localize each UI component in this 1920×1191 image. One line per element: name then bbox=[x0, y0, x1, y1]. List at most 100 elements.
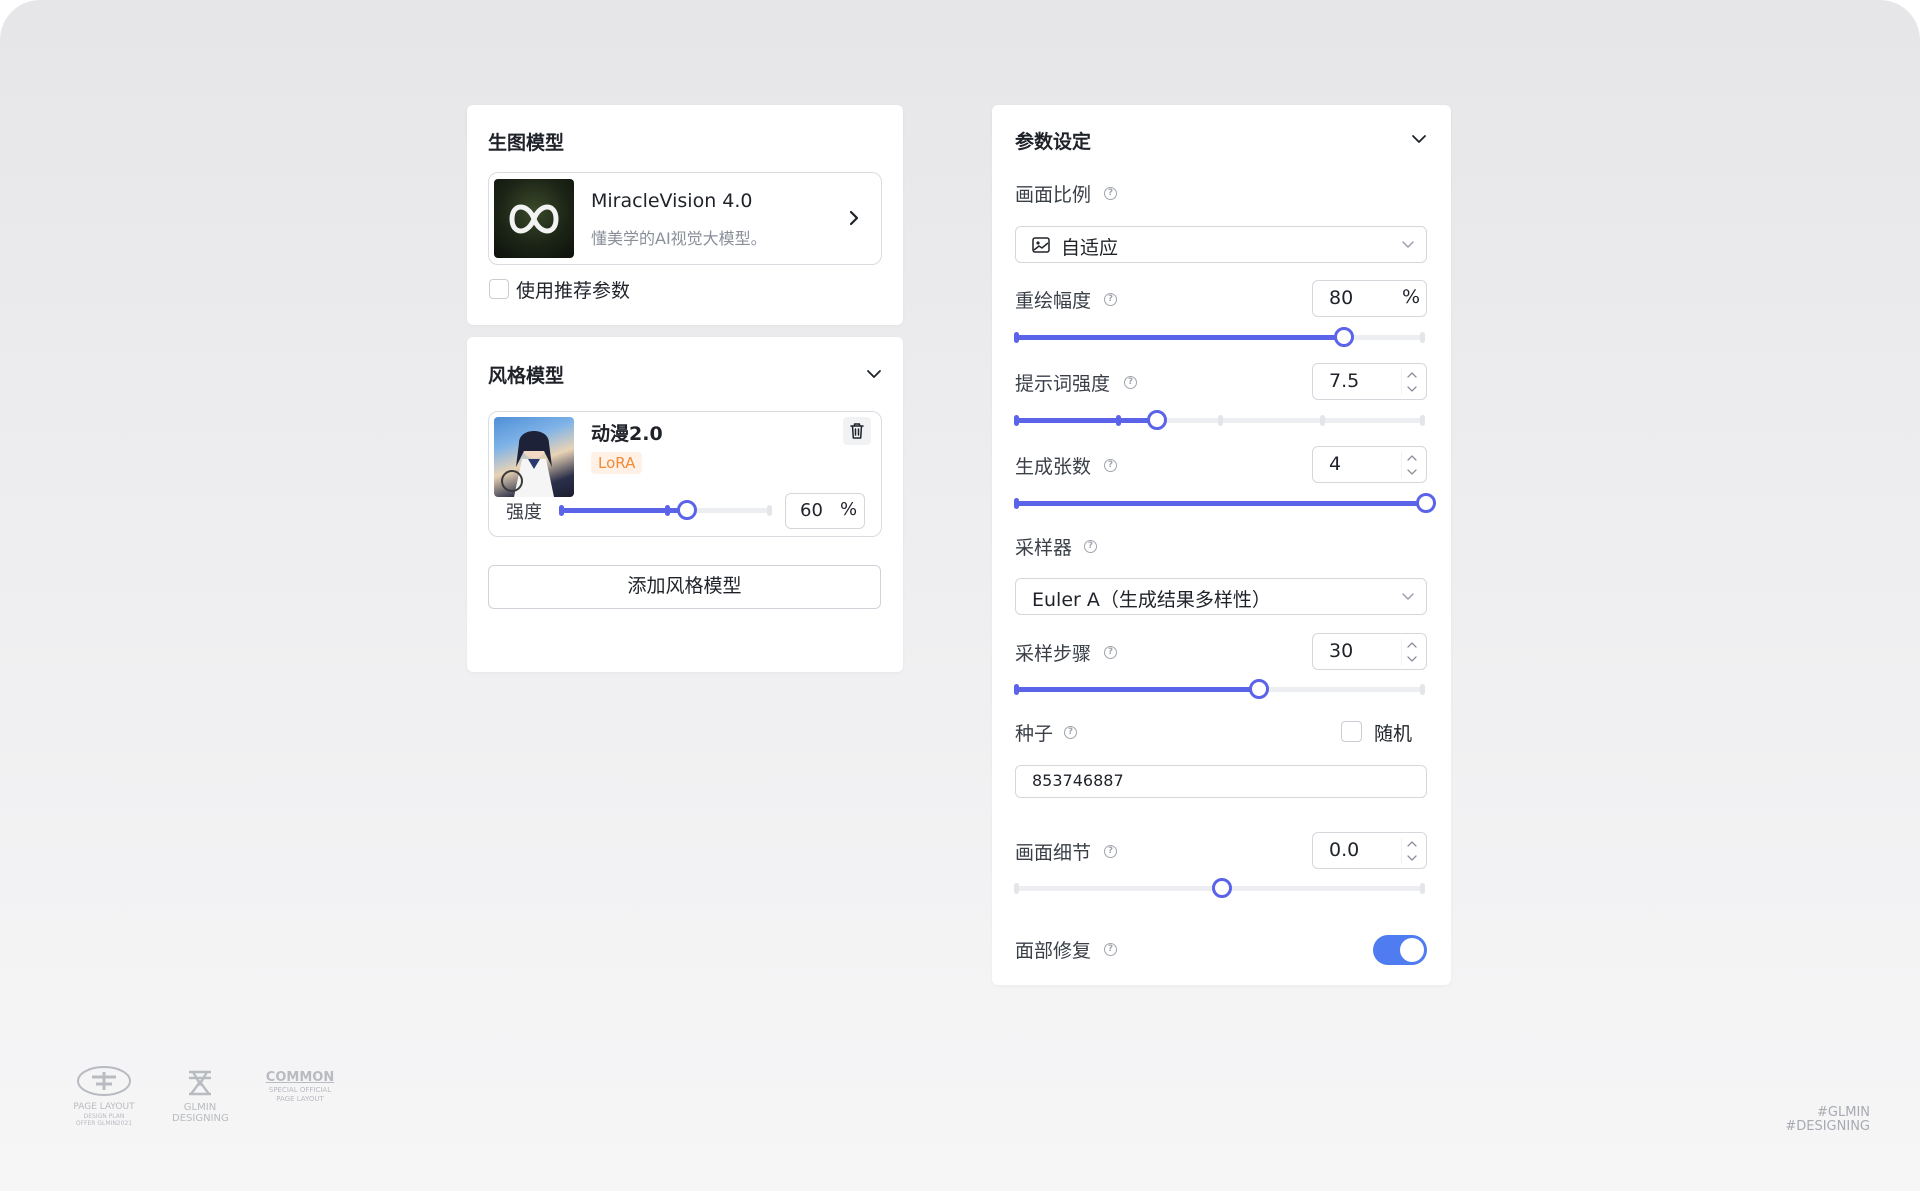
params-card: 参数设定 画面比例 ? 自适应 重绘幅度 ? 80 % 提示词强度 ? 7.5 bbox=[992, 105, 1451, 985]
steps-tick-start bbox=[1014, 684, 1019, 695]
chevron-down-icon[interactable] bbox=[864, 364, 884, 384]
gen-model-title: 生图模型 bbox=[488, 132, 565, 154]
detail-tick-start bbox=[1014, 883, 1019, 894]
stepper-arrows-icon[interactable] bbox=[1401, 834, 1423, 868]
help-icon[interactable]: ? bbox=[1104, 845, 1117, 858]
style-model-title: 风格模型 bbox=[488, 365, 565, 387]
lora-badge: LoRA bbox=[591, 452, 643, 474]
footer-logo-2-line-1: DESIGNING bbox=[172, 1113, 229, 1124]
redraw-slider[interactable] bbox=[1014, 327, 1425, 347]
random-seed-label: 随机 bbox=[1374, 723, 1413, 745]
aspect-select[interactable]: 自适应 bbox=[1015, 226, 1427, 263]
detail-label: 画面细节 bbox=[1015, 842, 1092, 864]
stepper-arrows-icon[interactable] bbox=[1401, 365, 1423, 399]
seed-value: 853746887 bbox=[1032, 771, 1124, 790]
glmin-logo-icon bbox=[189, 1070, 211, 1096]
redraw-tick-end bbox=[1420, 332, 1425, 343]
model-thumbnail bbox=[494, 179, 574, 258]
detail-knob[interactable] bbox=[1212, 878, 1232, 898]
seed-input[interactable]: 853746887 bbox=[1015, 765, 1427, 798]
miraclevision-logo-icon bbox=[509, 204, 559, 234]
params-title: 参数设定 bbox=[1015, 131, 1092, 153]
redraw-label: 重绘幅度 bbox=[1015, 290, 1092, 312]
anime-girl-image bbox=[501, 431, 554, 497]
prompt-strength-knob[interactable] bbox=[1147, 410, 1167, 430]
trash-icon bbox=[850, 423, 864, 439]
help-icon[interactable]: ? bbox=[1104, 187, 1117, 200]
prompt-strength-fill bbox=[1016, 418, 1155, 423]
strength-value: 60 bbox=[800, 500, 823, 521]
steps-value: 30 bbox=[1329, 640, 1354, 662]
help-icon[interactable]: ? bbox=[1104, 646, 1117, 659]
oval-logo-icon bbox=[77, 1066, 131, 1096]
steps-input[interactable]: 30 bbox=[1312, 633, 1427, 670]
prompt-strength-tick-2 bbox=[1218, 415, 1223, 426]
strength-slider-knob[interactable] bbox=[677, 500, 697, 520]
strength-slider[interactable] bbox=[559, 498, 772, 522]
count-value: 4 bbox=[1329, 453, 1342, 475]
footer-logo-1-line-2: OFFER GLMIN2021 bbox=[75, 1120, 133, 1127]
redraw-input[interactable]: 80 % bbox=[1312, 280, 1427, 317]
footer-logo-1-line-0: PAGE LAYOUT bbox=[73, 1102, 135, 1112]
prompt-strength-value: 7.5 bbox=[1329, 370, 1360, 392]
steps-tick-end bbox=[1420, 684, 1425, 695]
footer-logo-3: COMMON SPECIAL OFFICIAL PAGE LAYOUT bbox=[262, 1070, 338, 1104]
random-seed-checkbox[interactable] bbox=[1341, 721, 1362, 742]
corner-tag-line-1: #DESIGNING bbox=[1785, 1119, 1870, 1134]
detail-tick-end bbox=[1420, 883, 1425, 894]
help-icon[interactable]: ? bbox=[1104, 293, 1117, 306]
help-icon[interactable]: ? bbox=[1104, 943, 1117, 956]
sampler-value: Euler A（生成结果多样性） bbox=[1032, 589, 1271, 611]
delete-button[interactable] bbox=[843, 417, 871, 445]
stepper-arrows-icon[interactable] bbox=[1401, 635, 1423, 669]
count-slider[interactable] bbox=[1014, 493, 1436, 513]
corner-tag-line-0: #GLMIN bbox=[1817, 1105, 1870, 1120]
model-name: MiracleVision 4.0 bbox=[591, 190, 753, 212]
redraw-unit: % bbox=[1402, 286, 1421, 308]
chevron-down-icon[interactable] bbox=[1409, 129, 1429, 149]
detail-slider[interactable] bbox=[1014, 878, 1425, 898]
face-fix-toggle[interactable] bbox=[1373, 935, 1427, 965]
image-icon bbox=[1032, 237, 1050, 253]
add-style-model-button[interactable]: 添加风格模型 bbox=[488, 565, 881, 609]
prompt-strength-tick-4 bbox=[1420, 415, 1425, 426]
sampler-select[interactable]: Euler A（生成结果多样性） bbox=[1015, 578, 1427, 615]
chevron-down-icon bbox=[1402, 241, 1414, 249]
prompt-strength-label: 提示词强度 bbox=[1015, 373, 1111, 395]
seed-label: 种子 bbox=[1015, 723, 1054, 745]
count-knob[interactable] bbox=[1416, 493, 1436, 513]
app-canvas: 生图模型 MiracleVision 4.0 懂美学的AI视觉大模型。 使用推荐… bbox=[0, 0, 1920, 1191]
strength-tick-mid bbox=[665, 505, 670, 516]
strength-tick-end bbox=[767, 505, 772, 516]
aspect-value: 自适应 bbox=[1061, 237, 1119, 259]
prompt-strength-input[interactable]: 7.5 bbox=[1312, 363, 1427, 400]
face-fix-label: 面部修复 bbox=[1015, 940, 1092, 962]
redraw-tick-start bbox=[1014, 332, 1019, 343]
count-tick-start bbox=[1014, 498, 1019, 509]
chevron-right-icon[interactable] bbox=[844, 208, 864, 228]
toggle-knob bbox=[1400, 938, 1424, 962]
style-model-item: 动漫2.0 LoRA 强度 60 % bbox=[488, 411, 882, 537]
strength-tick-start bbox=[559, 505, 564, 516]
steps-knob[interactable] bbox=[1249, 679, 1269, 699]
count-input[interactable]: 4 bbox=[1312, 446, 1427, 483]
use-recommended-checkbox[interactable] bbox=[489, 279, 509, 299]
steps-slider[interactable] bbox=[1014, 679, 1425, 699]
count-fill bbox=[1016, 501, 1424, 506]
stepper-arrows-icon[interactable] bbox=[1401, 448, 1423, 482]
strength-label: 强度 bbox=[506, 502, 542, 523]
help-icon[interactable]: ? bbox=[1064, 726, 1077, 739]
redraw-knob[interactable] bbox=[1334, 327, 1354, 347]
gen-model-card: 生图模型 MiracleVision 4.0 懂美学的AI视觉大模型。 使用推荐… bbox=[467, 105, 903, 325]
strength-input[interactable]: 60 % bbox=[785, 493, 865, 529]
footer-logo-3-line-1: PAGE LAYOUT bbox=[276, 1095, 324, 1103]
detail-input[interactable]: 0.0 bbox=[1312, 832, 1427, 869]
footer-logo-1-line-1: DESIGN PLAN bbox=[83, 1113, 125, 1120]
prompt-strength-slider[interactable] bbox=[1014, 410, 1425, 430]
help-icon[interactable]: ? bbox=[1084, 540, 1097, 553]
model-description: 懂美学的AI视觉大模型。 bbox=[591, 229, 767, 248]
style-model-name: 动漫2.0 bbox=[591, 423, 663, 445]
help-icon[interactable]: ? bbox=[1124, 376, 1137, 389]
help-icon[interactable]: ? bbox=[1104, 459, 1117, 472]
model-selector[interactable]: MiracleVision 4.0 懂美学的AI视觉大模型。 bbox=[488, 172, 882, 265]
